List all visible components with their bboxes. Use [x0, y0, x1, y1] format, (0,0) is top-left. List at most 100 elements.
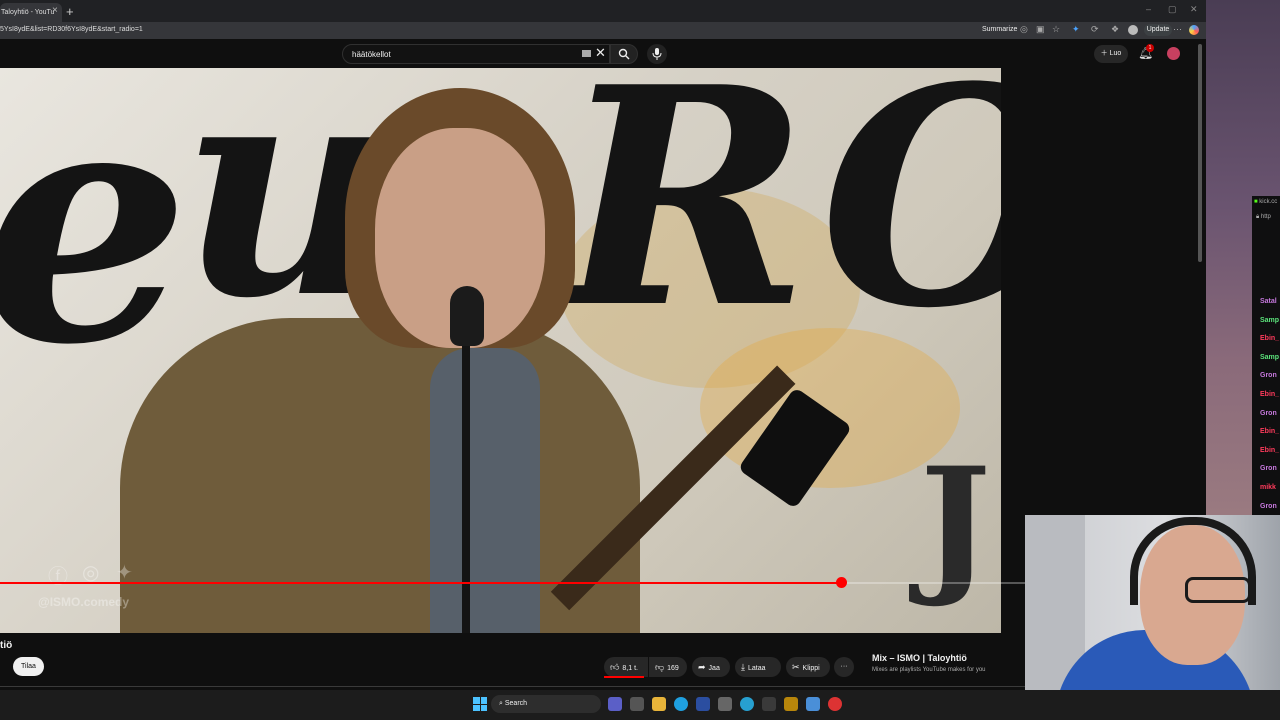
taskbar-search-label: Search: [504, 700, 528, 707]
bookmark-star-icon[interactable]: ☆: [1052, 24, 1060, 35]
banner-lettering: R: [560, 68, 810, 374]
windows-start-icon[interactable]: [473, 697, 487, 711]
chat-message-user: Gron: [1260, 372, 1277, 380]
chat-message-user: Ebin_: [1260, 391, 1280, 398]
download-button[interactable]: ⤓ Lataa: [735, 657, 781, 677]
thumbs-up-icon: 👍︎: [610, 662, 620, 672]
share-button[interactable]: ➦ Jaa: [692, 657, 730, 677]
microphone-icon: [652, 48, 662, 60]
search-input[interactable]: häätökellot: [342, 44, 610, 64]
new-tab-button[interactable]: +: [66, 4, 74, 19]
app-x-icon[interactable]: [762, 697, 776, 711]
search-icon: [618, 48, 630, 60]
keyboard-icon[interactable]: [582, 50, 591, 57]
calculator-icon[interactable]: [718, 697, 732, 711]
chat-url: 🔒︎ http: [1256, 214, 1271, 221]
thumbs-down-icon: 👎︎: [655, 662, 665, 672]
sync-icon[interactable]: ⟳: [1091, 24, 1099, 35]
dislike-button[interactable]: 👎︎ 169: [649, 657, 687, 677]
progress-bar-fill: [0, 582, 841, 584]
chat-url-text: http: [1260, 214, 1271, 220]
chat-window-title: ■ kick.cc: [1254, 199, 1277, 205]
app-l-icon[interactable]: [696, 697, 710, 711]
minimize-icon[interactable]: –: [1146, 4, 1151, 14]
app-window-icon[interactable]: [806, 697, 820, 711]
like-button[interactable]: 👍︎ 8,1 t.: [604, 657, 648, 677]
lock-icon: 🔒︎: [1256, 214, 1260, 220]
video-player[interactable]: e u R O J I ⓕ ◎ ✦ @ISMO.comedy: [0, 68, 1001, 633]
bookmarks-icon[interactable]: ❖: [1111, 24, 1119, 35]
tab-close-icon[interactable]: ×: [52, 5, 58, 16]
mic-stand: [462, 328, 470, 633]
taskbar-search[interactable]: ⌕ Search: [491, 695, 601, 713]
scissors-icon: ✂: [792, 662, 800, 672]
update-button[interactable]: Update: [1144, 24, 1172, 36]
chat-message-user: Ebin_: [1260, 335, 1280, 343]
chat-message-user: Gron: [1260, 502, 1277, 510]
banner-lettering: O: [820, 68, 1001, 348]
clear-search-icon[interactable]: ✕: [595, 45, 606, 61]
subscribe-button[interactable]: Tilaa: [13, 657, 44, 676]
scrollbar-thumb[interactable]: [1198, 44, 1202, 262]
chat-message-user: Ebin_: [1260, 428, 1280, 436]
store-icon[interactable]: [630, 697, 644, 711]
divider: [0, 686, 1025, 687]
close-window-icon[interactable]: ✕: [1190, 4, 1198, 15]
facebook-icon: ⓕ: [48, 566, 68, 588]
clip-button[interactable]: ✂ Klippi: [786, 657, 830, 677]
edge-icon[interactable]: [674, 697, 688, 711]
mix-playlist-title[interactable]: Mix – ISMO | Taloyhtiö: [872, 653, 967, 663]
chat-message-user: Samp: [1260, 353, 1280, 361]
dislike-count: 169: [667, 665, 679, 672]
clip-label: Klippi: [802, 665, 820, 672]
chat-window-label: kick.cc: [1259, 199, 1278, 205]
summarize-button[interactable]: Summarize: [982, 26, 1017, 33]
download-label: Lataa: [747, 665, 766, 672]
tab-title: Taloyhtiö - YouTu: [1, 9, 55, 16]
url-field[interactable]: 5YsI8ydE&list=RD30f6YsI8ydE&start_radio=…: [0, 26, 143, 33]
copilot-icon[interactable]: [1189, 25, 1199, 35]
share-icon: ➦: [698, 662, 706, 672]
search-icon: ⌕: [499, 700, 503, 707]
progress-scrubber[interactable]: [835, 577, 847, 588]
like-count: 8,1 t.: [622, 665, 638, 672]
create-button[interactable]: ＋ Luo: [1094, 45, 1128, 63]
chat-message-user: Satal: [1260, 298, 1277, 305]
share-label: Jaa: [708, 665, 720, 672]
file-explorer-icon[interactable]: [652, 697, 666, 711]
chat-message-user: Ebin_: [1260, 446, 1280, 454]
banner-lettering: J: [920, 435, 991, 611]
account-avatar[interactable]: [1167, 47, 1180, 60]
chat-message-user: Gron: [1260, 465, 1277, 473]
chat-message-user: Samp: [1260, 316, 1280, 324]
performer-shirt: [430, 348, 540, 633]
reader-icon[interactable]: ▣: [1036, 24, 1045, 35]
browser-tab-bar: [0, 0, 1206, 22]
search-button[interactable]: [610, 44, 638, 64]
mix-playlist-subtitle: Mixes are playlists YouTube makes for yo…: [872, 667, 986, 673]
teams-icon[interactable]: [608, 697, 622, 711]
browser-icon[interactable]: [740, 697, 754, 711]
obs-icon[interactable]: [828, 697, 842, 711]
app-r-icon[interactable]: [784, 697, 798, 711]
voice-search-button[interactable]: [647, 44, 667, 64]
extensions-puzzle-icon[interactable]: ✦: [1072, 24, 1080, 35]
maximize-icon[interactable]: ▢: [1168, 4, 1177, 15]
notification-badge: 1: [1146, 44, 1154, 52]
browser-menu-icon[interactable]: ⋯: [1173, 24, 1182, 35]
more-actions-button[interactable]: ···: [834, 657, 854, 677]
video-title: tiö: [0, 640, 13, 651]
create-label: Luo: [1109, 50, 1122, 57]
profile-avatar[interactable]: [1128, 25, 1138, 35]
channel-watermark: @ISMO.comedy: [38, 595, 130, 609]
chat-message-user: mikk: [1260, 484, 1276, 491]
plus-icon: ＋: [1100, 50, 1108, 57]
webcam-glasses: [1185, 577, 1251, 603]
chat-message-user: Gron: [1260, 409, 1277, 417]
microphone: [450, 286, 484, 346]
download-icon: ⤓: [741, 662, 745, 672]
kick-icon: ■: [1254, 199, 1258, 205]
extension-icon[interactable]: ◎: [1020, 24, 1028, 35]
like-indicator: [604, 676, 644, 678]
banner-lettering: e: [0, 68, 190, 417]
